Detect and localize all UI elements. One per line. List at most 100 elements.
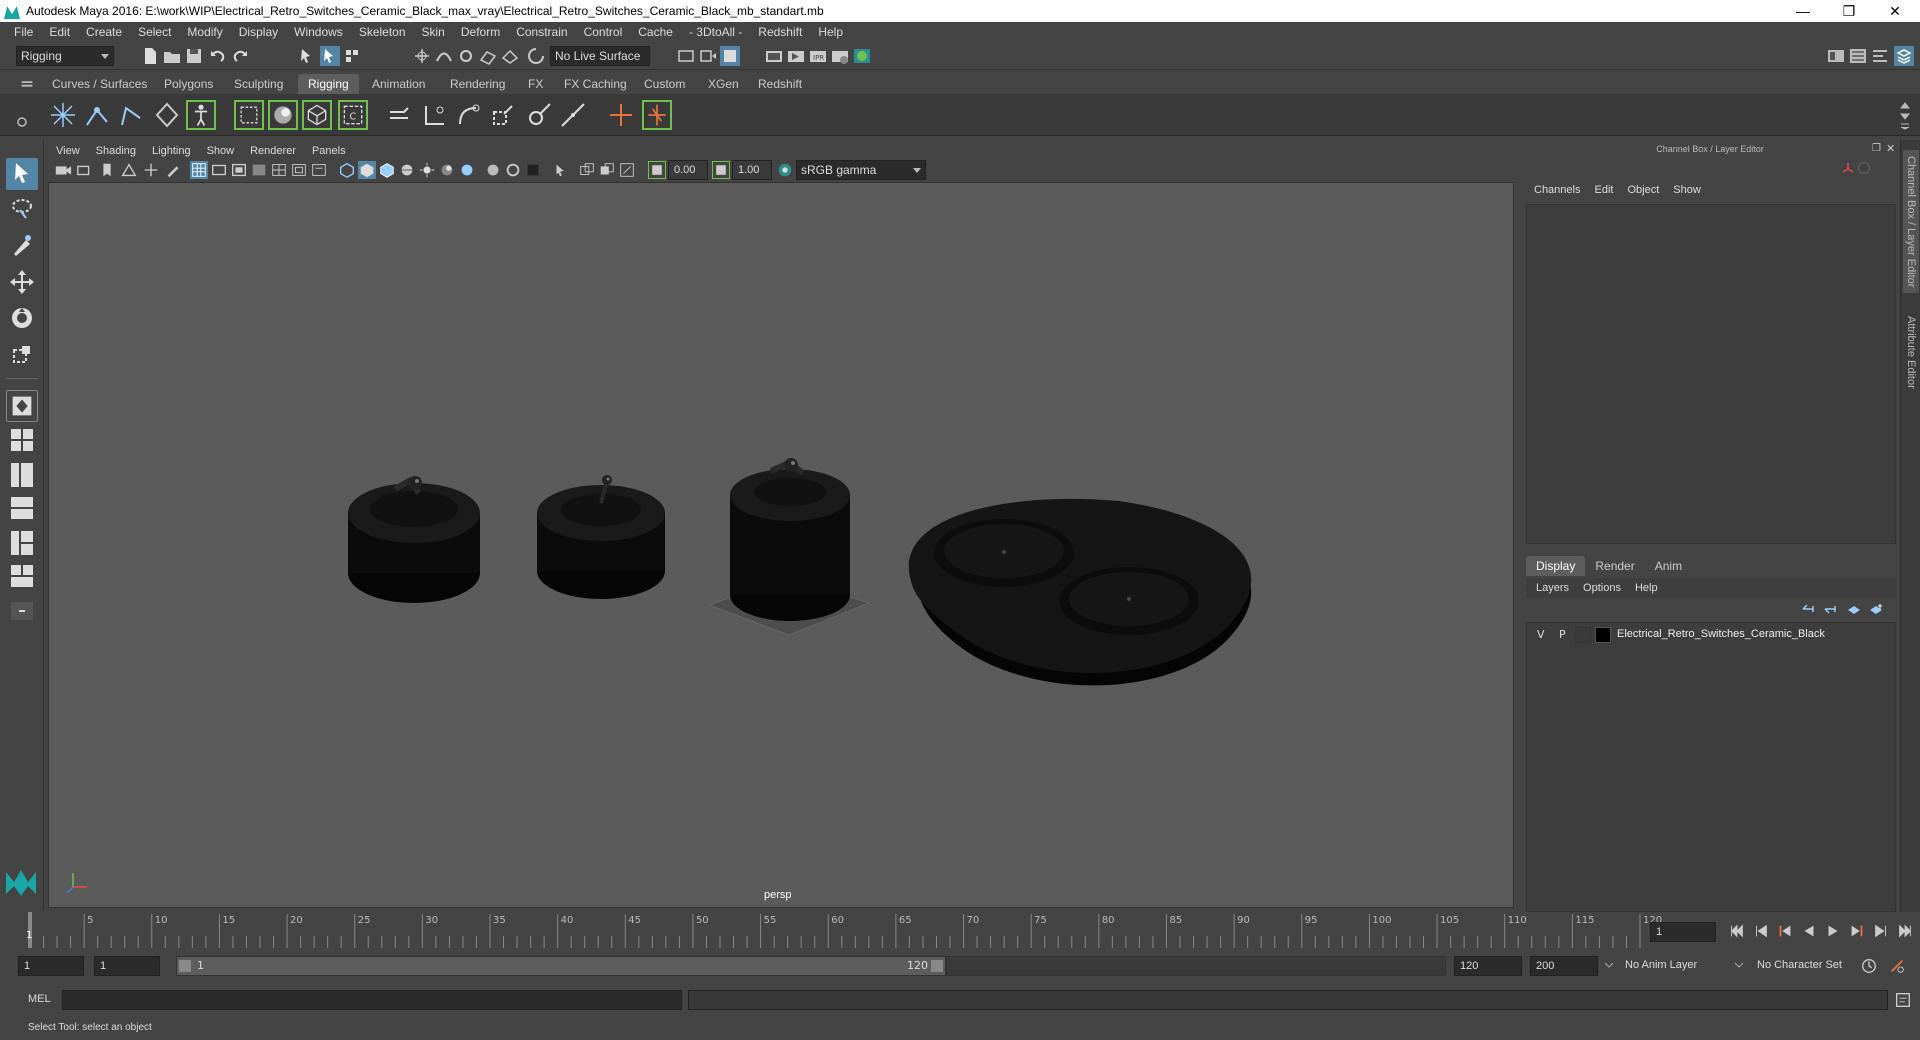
orient-constraint-icon[interactable]	[454, 100, 484, 130]
xray-active-icon[interactable]	[598, 161, 616, 179]
layer-playback-toggle[interactable]: P	[1559, 628, 1566, 641]
channel-menu-channels[interactable]: Channels	[1534, 184, 1580, 196]
range-end-handle[interactable]	[931, 960, 943, 972]
open-scene-icon[interactable]	[162, 46, 182, 66]
scale-constraint-icon[interactable]	[488, 100, 518, 130]
ik-spline-icon[interactable]	[116, 100, 146, 130]
tab-rigging[interactable]: Rigging	[298, 74, 359, 94]
layer-visibility-toggle[interactable]: V	[1537, 628, 1545, 641]
shelf-settings-icon[interactable]	[12, 100, 32, 130]
menu-windows[interactable]: Windows	[286, 25, 351, 39]
two-d-pan-zoom-icon[interactable]	[142, 161, 160, 179]
play-backwards-icon[interactable]	[1800, 922, 1818, 940]
motion-blur-icon[interactable]	[484, 161, 502, 179]
channel-list[interactable]	[1526, 204, 1896, 544]
scale-tool-icon[interactable]	[6, 338, 38, 370]
gamma-icon[interactable]	[712, 161, 730, 179]
smooth-shade-icon[interactable]	[358, 161, 376, 179]
menu-modify[interactable]: Modify	[179, 25, 230, 39]
layer-menu-layers[interactable]: Layers	[1536, 578, 1569, 598]
image-plane-icon[interactable]	[120, 161, 138, 179]
wireframe-icon[interactable]	[338, 161, 356, 179]
cluster-icon[interactable]: C	[338, 100, 368, 130]
menu-constrain[interactable]: Constrain	[508, 25, 575, 39]
new-scene-icon[interactable]	[140, 46, 160, 66]
go-to-end-icon[interactable]	[1896, 922, 1914, 940]
save-scene-icon[interactable]	[184, 46, 204, 66]
grid-toggle-icon[interactable]	[190, 161, 208, 179]
animation-preferences-icon[interactable]	[1888, 957, 1906, 975]
create-empty-layer-icon[interactable]	[1846, 602, 1862, 616]
panel-menu-show[interactable]: Show	[199, 142, 243, 160]
anim-layer-dropdown[interactable]: No Anim Layer	[1620, 956, 1734, 976]
humanik-icon[interactable]	[186, 100, 216, 130]
range-start-handle[interactable]	[179, 960, 191, 972]
tab-display[interactable]: Display	[1526, 556, 1586, 576]
persp-graph-layout-icon[interactable]	[6, 494, 38, 524]
animation-start-field[interactable]: 1	[18, 956, 84, 976]
snap-surface-icon[interactable]	[500, 46, 520, 66]
channel-menu-edit[interactable]: Edit	[1594, 184, 1613, 196]
script-language-label[interactable]: MEL	[28, 993, 51, 1005]
tab-sculpting[interactable]: Sculpting	[224, 74, 293, 94]
construction-history-icon[interactable]	[698, 46, 718, 66]
persp-outliner-layout-icon[interactable]	[6, 460, 38, 490]
move-tool-icon[interactable]	[6, 266, 38, 298]
layer-row[interactable]: V P Electrical_Retro_Switches_Ceramic_Bl…	[1531, 625, 1893, 645]
menu-file[interactable]: File	[6, 25, 41, 39]
tab-custom[interactable]: Custom	[634, 74, 695, 94]
tab-rendering[interactable]: Rendering	[440, 74, 515, 94]
gamma-field[interactable]: 1.00	[732, 160, 772, 180]
snap-view-plane-icon[interactable]	[478, 46, 498, 66]
four-view-layout-icon[interactable]	[6, 426, 38, 456]
menu-edit[interactable]: Edit	[41, 25, 78, 39]
current-frame-field[interactable]: 1	[1650, 922, 1716, 942]
textured-icon[interactable]	[398, 161, 416, 179]
panel-menu-renderer[interactable]: Renderer	[242, 142, 304, 160]
shelf-menu-icon[interactable]	[18, 74, 36, 92]
live-surface-field[interactable]: No Live Surface	[550, 46, 650, 66]
step-forward-key-icon[interactable]	[1848, 922, 1866, 940]
restore-button[interactable]: ❐	[1826, 0, 1872, 22]
channel-menu-show[interactable]: Show	[1673, 184, 1701, 196]
rotate-tool-icon[interactable]	[6, 302, 38, 334]
lattice-icon[interactable]	[302, 100, 332, 130]
layout-options-icon[interactable]	[6, 596, 38, 626]
use-all-lights-icon[interactable]	[418, 161, 436, 179]
menuset-dropdown[interactable]: Rigging	[16, 46, 114, 66]
attribute-editor-toggle-icon[interactable]	[1848, 46, 1868, 66]
bind-skin-icon[interactable]	[234, 100, 264, 130]
menu-select[interactable]: Select	[130, 25, 179, 39]
snap-curve-icon[interactable]	[434, 46, 454, 66]
menu-help[interactable]: Help	[810, 25, 851, 39]
anim-layer-dropdown-icon[interactable]	[1734, 960, 1744, 970]
persp-viewport[interactable]: persp	[48, 182, 1514, 908]
shelf-scroll-icon[interactable]	[1898, 100, 1912, 130]
tab-fx[interactable]: FX	[518, 74, 553, 94]
bookmark-icon[interactable]	[98, 161, 116, 179]
layer-menu-options[interactable]: Options	[1583, 578, 1621, 598]
layer-color-swatch[interactable]	[1595, 627, 1611, 643]
camera-attributes-icon[interactable]	[76, 161, 94, 179]
side-tab-channel-box[interactable]: Channel Box / Layer Editor	[1903, 150, 1919, 294]
persp-node-editor-layout-icon[interactable]	[6, 528, 38, 558]
joint-tool-icon[interactable]	[48, 100, 78, 130]
gate-mask-icon[interactable]	[250, 161, 268, 179]
select-hierarchy-icon[interactable]	[298, 46, 318, 66]
render-view-icon[interactable]	[764, 46, 784, 66]
menu-3dtoall[interactable]: - 3DtoAll -	[681, 25, 750, 39]
shadows-icon[interactable]	[438, 161, 456, 179]
tab-xgen[interactable]: XGen	[698, 74, 749, 94]
redo-icon[interactable]	[230, 46, 250, 66]
color-management-icon[interactable]	[776, 161, 794, 179]
panel-menu-view[interactable]: View	[48, 142, 88, 160]
render-settings-icon[interactable]	[830, 46, 850, 66]
lasso-tool-icon[interactable]	[6, 194, 38, 226]
select-tool-icon[interactable]	[6, 158, 38, 190]
menu-control[interactable]: Control	[576, 25, 631, 39]
go-to-start-icon[interactable]	[1728, 922, 1746, 940]
select-object-icon[interactable]	[320, 46, 340, 66]
ik-fk-switch-icon[interactable]	[642, 100, 672, 130]
input-output-icon[interactable]	[676, 46, 696, 66]
tab-polygons[interactable]: Polygons	[154, 74, 223, 94]
